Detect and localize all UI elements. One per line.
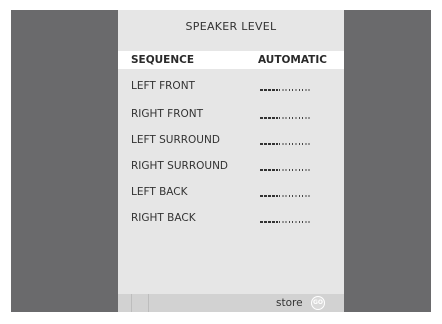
row-label: LEFT BACK xyxy=(131,186,188,198)
level-filled xyxy=(260,89,278,91)
level-indicator xyxy=(260,117,310,120)
go-icon[interactable]: GO xyxy=(311,296,325,310)
level-filled xyxy=(260,221,278,223)
level-empty xyxy=(279,169,310,171)
row-label: RIGHT BACK xyxy=(131,212,196,224)
level-filled xyxy=(260,143,278,145)
level-indicator xyxy=(260,89,310,92)
level-empty xyxy=(279,143,310,145)
level-empty xyxy=(279,221,310,223)
level-filled xyxy=(260,117,278,119)
menu-row-right-front[interactable]: RIGHT FRONT xyxy=(118,105,344,123)
menu-row-left-back[interactable]: LEFT BACK xyxy=(118,183,344,201)
level-empty xyxy=(279,195,310,197)
row-label: SEQUENCE xyxy=(131,54,195,66)
level-indicator xyxy=(260,221,310,224)
menu-row-sequence[interactable]: SEQUENCE AUTOMATIC xyxy=(118,51,344,69)
menu-row-left-surround[interactable]: LEFT SURROUND xyxy=(118,131,344,149)
level-filled xyxy=(260,169,278,171)
level-indicator xyxy=(260,143,310,146)
tv-screen: SPEAKER LEVEL SEQUENCE AUTOMATIC LEFT FR… xyxy=(11,10,431,312)
status-segment xyxy=(132,294,149,312)
level-empty xyxy=(279,117,310,119)
row-label: LEFT FRONT xyxy=(131,80,195,92)
row-label: RIGHT FRONT xyxy=(131,108,204,120)
row-label: RIGHT SURROUND xyxy=(131,160,229,172)
store-label: store xyxy=(276,297,303,309)
menu-row-right-surround[interactable]: RIGHT SURROUND xyxy=(118,157,344,175)
menu-row-left-front[interactable]: LEFT FRONT xyxy=(118,77,344,95)
sequence-value: AUTOMATIC xyxy=(258,54,327,66)
menu-row-right-back[interactable]: RIGHT BACK xyxy=(118,209,344,227)
level-filled xyxy=(260,195,278,197)
level-indicator xyxy=(260,195,310,198)
level-empty xyxy=(279,89,310,91)
speaker-level-menu: SPEAKER LEVEL SEQUENCE AUTOMATIC LEFT FR… xyxy=(118,10,344,312)
row-label: LEFT SURROUND xyxy=(131,134,220,146)
status-segment xyxy=(118,294,132,312)
status-bar: store GO xyxy=(118,294,344,312)
menu-title: SPEAKER LEVEL xyxy=(185,20,277,33)
level-indicator xyxy=(260,169,310,172)
